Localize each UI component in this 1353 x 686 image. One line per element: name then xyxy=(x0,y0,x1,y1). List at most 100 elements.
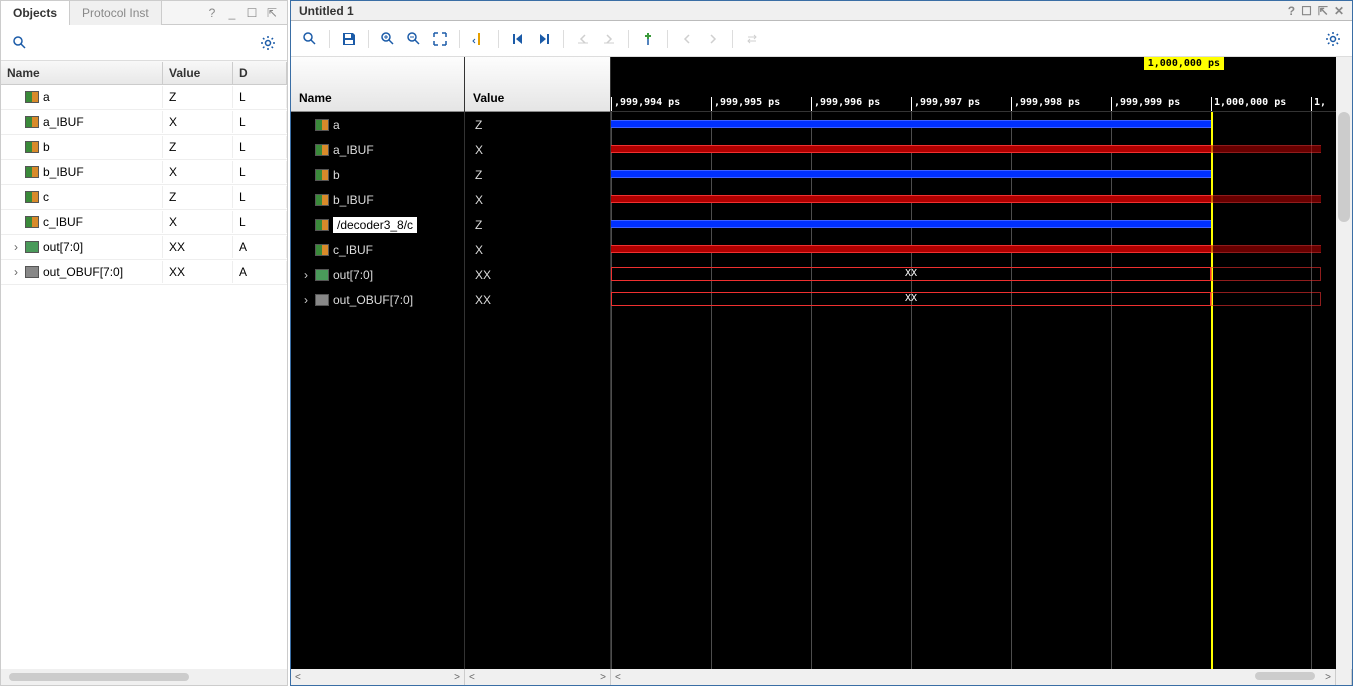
signal-name: a xyxy=(333,118,340,132)
go-to-start-icon[interactable] xyxy=(507,28,529,50)
popout-icon[interactable]: ⇱ xyxy=(265,6,279,20)
vscroll[interactable] xyxy=(1336,57,1352,669)
go-to-end-icon[interactable] xyxy=(533,28,555,50)
next-transition-icon[interactable] xyxy=(598,28,620,50)
wave-signal-row[interactable]: a xyxy=(291,112,464,137)
expand-icon[interactable]: › xyxy=(11,265,21,279)
signal-icon xyxy=(25,191,39,203)
wave-signal-row[interactable]: b_IBUF xyxy=(291,187,464,212)
signal-name: c_IBUF xyxy=(43,215,83,229)
waveform-trace xyxy=(611,245,1211,253)
wave-signal-row[interactable]: c_IBUF xyxy=(291,237,464,262)
signal-row[interactable]: aZL xyxy=(1,85,287,110)
expand-icon[interactable]: › xyxy=(301,293,311,307)
search-icon[interactable] xyxy=(9,32,31,54)
signal-row[interactable]: bZL xyxy=(1,135,287,160)
left-grid-header: Name Value D xyxy=(1,61,287,85)
go-to-cursor-icon[interactable] xyxy=(468,28,490,50)
time-tick: ,999,999 ps xyxy=(1111,97,1180,111)
left-signal-list: aZLa_IBUFXLbZLb_IBUFXLcZLc_IBUFXL›out[7:… xyxy=(1,85,287,669)
zoom-fit-icon[interactable] xyxy=(429,28,451,50)
header-datatype[interactable]: D xyxy=(233,62,287,84)
time-tick: ,999,998 ps xyxy=(1011,97,1080,111)
wave-plot-column: 1,000,000 ps ,999,994 ps,999,995 ps,999,… xyxy=(611,57,1336,669)
bus-value-label: XX xyxy=(905,293,917,304)
signal-datatype: L xyxy=(233,161,287,183)
signal-value: X xyxy=(475,143,483,157)
help-icon[interactable]: ? xyxy=(205,6,219,20)
wave-signal-row[interactable]: ›out_OBUF[7:0] xyxy=(291,287,464,312)
left-hscroll[interactable] xyxy=(1,669,287,685)
prev-transition-icon[interactable] xyxy=(572,28,594,50)
wave-signal-row[interactable]: ›out[7:0] xyxy=(291,262,464,287)
wave-values-column: Value ZXZXZXXXXX xyxy=(465,57,611,669)
waveform-plot[interactable]: XXXX xyxy=(611,112,1336,669)
signal-value: X xyxy=(163,111,233,133)
add-marker-icon[interactable] xyxy=(637,28,659,50)
swap-cursors-icon[interactable] xyxy=(741,28,763,50)
tab-protocol[interactable]: Protocol Inst xyxy=(70,1,162,25)
signal-datatype: L xyxy=(233,211,287,233)
signal-row[interactable]: cZL xyxy=(1,185,287,210)
signal-icon xyxy=(25,116,39,128)
waveform-bottom-scroll: <> <> < > xyxy=(291,669,1352,685)
expand-icon[interactable]: › xyxy=(11,240,21,254)
wave-signal-row[interactable]: /decoder3_8/c xyxy=(291,212,464,237)
signal-row[interactable]: c_IBUF XL xyxy=(1,210,287,235)
plot-hscroll[interactable]: < > xyxy=(611,669,1336,685)
close-icon[interactable]: ✕ xyxy=(1334,4,1344,18)
tab-objects[interactable]: Objects xyxy=(1,1,70,25)
signal-name: a_IBUF xyxy=(333,143,374,157)
wave-value-row: XX xyxy=(465,287,610,312)
vscroll-thumb[interactable] xyxy=(1338,112,1350,222)
header-name[interactable]: Name xyxy=(1,62,163,84)
time-tick: ,999,995 ps xyxy=(711,97,780,111)
waveform-panel: Untitled 1 ? ☐ ⇱ ✕ xyxy=(290,0,1353,686)
gear-icon[interactable] xyxy=(1322,28,1344,50)
signal-icon xyxy=(25,266,39,278)
signal-row[interactable]: ›out_OBUF[7:0]XXA xyxy=(1,260,287,285)
signal-name: /decoder3_8/c xyxy=(333,217,417,233)
names-hscroll[interactable]: <> xyxy=(291,669,465,685)
wave-value-row: X xyxy=(465,137,610,162)
waveform-trace xyxy=(611,170,1211,178)
signal-row[interactable]: ›out[7:0]XXA xyxy=(1,235,287,260)
waveform-bus xyxy=(1211,267,1321,281)
signal-name: out_OBUF[7:0] xyxy=(43,265,123,279)
signal-value: XX xyxy=(475,268,491,282)
wave-time-ruler[interactable]: 1,000,000 ps ,999,994 ps,999,995 ps,999,… xyxy=(611,57,1336,112)
expand-icon[interactable]: › xyxy=(301,268,311,282)
signal-icon xyxy=(315,294,329,306)
help-icon[interactable]: ? xyxy=(1288,4,1295,18)
zoom-in-icon[interactable] xyxy=(377,28,399,50)
signal-value: Z xyxy=(163,136,233,158)
waveform-trace xyxy=(1211,245,1321,253)
save-icon[interactable] xyxy=(338,28,360,50)
minimize-icon[interactable]: _ xyxy=(225,6,239,20)
wave-value-row: X xyxy=(465,237,610,262)
popout-icon[interactable]: ⇱ xyxy=(1318,4,1328,18)
header-value[interactable]: Value xyxy=(163,62,233,84)
search-icon[interactable] xyxy=(299,28,321,50)
signal-value: X xyxy=(163,211,233,233)
signal-name: c_IBUF xyxy=(333,243,373,257)
gear-icon[interactable] xyxy=(257,32,279,54)
signal-row[interactable]: b_IBUFXL xyxy=(1,160,287,185)
wave-names-list: a a_IBUFbb_IBUF/decoder3_8/c c_IBUF ›out[7:… xyxy=(291,112,464,312)
signal-name: c xyxy=(43,190,49,204)
wave-header-name[interactable]: Name xyxy=(291,57,464,112)
signal-icon xyxy=(25,241,39,253)
maximize-icon[interactable]: ☐ xyxy=(245,6,259,20)
wave-signal-row[interactable]: a_IBUF xyxy=(291,137,464,162)
values-hscroll[interactable]: <> xyxy=(465,669,611,685)
zoom-out-icon[interactable] xyxy=(403,28,425,50)
waveform-trace xyxy=(611,220,1211,228)
prev-marker-icon[interactable] xyxy=(676,28,698,50)
wave-header-value[interactable]: Value xyxy=(465,57,610,112)
next-marker-icon[interactable] xyxy=(702,28,724,50)
left-hscroll-thumb[interactable] xyxy=(9,673,189,681)
signal-row[interactable]: a_IBUFXL xyxy=(1,110,287,135)
plot-hscroll-thumb[interactable] xyxy=(1255,672,1315,680)
wave-signal-row[interactable]: b xyxy=(291,162,464,187)
maximize-icon[interactable]: ☐ xyxy=(1301,4,1312,18)
